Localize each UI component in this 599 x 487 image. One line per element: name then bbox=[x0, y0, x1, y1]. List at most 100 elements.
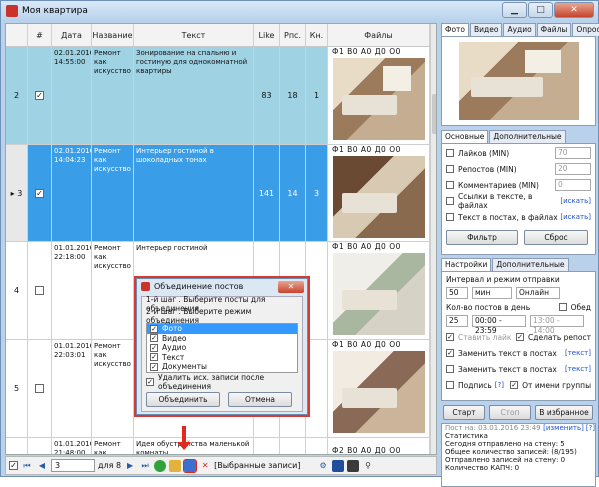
tab-extra[interactable]: Дополнительные bbox=[489, 130, 566, 143]
option-video[interactable]: ✓ Видео bbox=[147, 334, 297, 344]
col-reposts[interactable]: Рпс. bbox=[280, 24, 306, 46]
interval-unit-select[interactable]: мин bbox=[472, 287, 512, 299]
table-row[interactable]: 01.01.2016 21:48:00 Ремонт как Идея обус… bbox=[6, 438, 430, 455]
cancel-button[interactable]: Отмена bbox=[228, 391, 292, 407]
mode-select[interactable]: Онлайн bbox=[516, 287, 560, 299]
row-checkbox[interactable]: ✓ bbox=[35, 91, 44, 100]
photo-preview[interactable] bbox=[458, 42, 579, 120]
text-checkbox[interactable] bbox=[446, 213, 454, 221]
sign-checkbox[interactable] bbox=[446, 381, 454, 389]
post-photo[interactable] bbox=[332, 253, 425, 335]
filter-button[interactable]: Фильтр bbox=[446, 229, 518, 245]
last-page-icon[interactable]: ⏭ bbox=[139, 460, 151, 472]
reposts-min-checkbox[interactable] bbox=[446, 165, 454, 173]
likes-min-checkbox[interactable] bbox=[446, 149, 454, 157]
col-like[interactable]: Like bbox=[254, 24, 280, 46]
tab-video[interactable]: Видео bbox=[470, 23, 503, 36]
status-hint-link[interactable]: [?] bbox=[586, 424, 595, 432]
comments-min-input[interactable]: 0 bbox=[555, 179, 591, 191]
table-row[interactable]: ▸ 3 ✓ 02.01.2016 14:04:23 Ремонт как иск… bbox=[6, 145, 430, 242]
replace-text-link[interactable]: [текст] bbox=[565, 349, 591, 357]
merge-posts-dialog: Объединение постов ✕ 1-й шаг . Выберите … bbox=[136, 278, 308, 415]
col-comments[interactable]: Кн. bbox=[306, 24, 328, 46]
col-num[interactable]: # bbox=[28, 24, 52, 46]
option-photo[interactable]: ✓ Фото bbox=[147, 324, 297, 334]
grid-icon[interactable] bbox=[347, 459, 360, 472]
merge-icon[interactable] bbox=[183, 458, 198, 473]
first-page-icon[interactable]: ⏮ bbox=[21, 460, 33, 472]
app-icon bbox=[6, 5, 18, 17]
replace-text-checkbox[interactable]: ✓ bbox=[446, 349, 454, 357]
group-checkbox[interactable]: ✓ bbox=[510, 381, 519, 389]
reposts-min-input[interactable]: 20 bbox=[555, 163, 591, 175]
links-checkbox[interactable] bbox=[446, 197, 454, 205]
next-page-icon[interactable]: ▶ bbox=[124, 460, 136, 472]
tab-files[interactable]: Файлы bbox=[536, 23, 572, 36]
lunch-checkbox[interactable] bbox=[558, 303, 567, 311]
media-tabs: Фото Видео Аудио Файлы Опрос bbox=[441, 23, 599, 36]
option-text[interactable]: ✓ Текст bbox=[147, 353, 297, 363]
title-bar[interactable]: Моя квартира ▁ □ ✕ bbox=[1, 1, 598, 21]
dialog-close-button[interactable]: ✕ bbox=[278, 280, 304, 293]
files-summary: Ф2 В0 А0 Д0 О0 bbox=[332, 446, 401, 455]
add-icon[interactable] bbox=[154, 459, 167, 472]
grid-scrollbar[interactable] bbox=[430, 24, 436, 454]
replace-posts-checkbox[interactable] bbox=[446, 365, 454, 373]
option-audio[interactable]: ✓ Аудио bbox=[147, 343, 297, 353]
reset-button[interactable]: Сброс bbox=[524, 229, 588, 245]
maximize-button[interactable]: □ bbox=[528, 2, 553, 18]
row-checkbox[interactable] bbox=[35, 384, 44, 393]
photo-preview-box bbox=[441, 36, 596, 126]
post-photo[interactable] bbox=[332, 351, 425, 433]
select-all-checkbox[interactable]: ✓ bbox=[9, 461, 18, 470]
time-range-input[interactable]: 00:00 - 23:59 bbox=[472, 315, 526, 335]
settings-icon[interactable]: ⚙ bbox=[317, 460, 329, 472]
likes-min-input[interactable]: 70 bbox=[555, 147, 591, 159]
files-summary: Ф1 В0 А0 Д0 О0 bbox=[332, 145, 401, 154]
row-checkbox[interactable]: ✓ bbox=[35, 188, 44, 198]
col-date[interactable]: Дата bbox=[52, 24, 92, 46]
post-photo[interactable] bbox=[332, 156, 425, 238]
delete-icon[interactable]: ✕ bbox=[199, 460, 211, 472]
option-docs[interactable]: ✓ Документы bbox=[147, 362, 297, 372]
minimize-button[interactable]: ▁ bbox=[502, 2, 527, 18]
tab-basic[interactable]: Основные bbox=[441, 130, 489, 143]
sign-hint-link[interactable]: [?] bbox=[495, 381, 504, 389]
change-link[interactable]: [изменить] bbox=[543, 424, 584, 432]
page-input[interactable]: 3 bbox=[51, 459, 95, 472]
prev-page-icon[interactable]: ◀ bbox=[36, 460, 48, 472]
tab-audio[interactable]: Аудио bbox=[503, 23, 536, 36]
tab-settings[interactable]: Настройки bbox=[441, 258, 492, 271]
tab-poll[interactable]: Опрос bbox=[572, 23, 599, 36]
search-icon[interactable]: ⚲ bbox=[362, 460, 374, 472]
search-links-link[interactable]: [искать] bbox=[560, 197, 591, 205]
col-text[interactable]: Текст bbox=[134, 24, 254, 46]
replace-posts-link[interactable]: [текст] bbox=[565, 365, 591, 373]
table-row[interactable]: 2 ✓ 02.01.2016 14:55:00 Ремонт как искус… bbox=[6, 47, 430, 145]
folder-icon[interactable] bbox=[169, 459, 182, 472]
stop-button[interactable]: Стоп bbox=[489, 404, 531, 420]
filter-select[interactable]: [Выбранные записи] bbox=[214, 461, 314, 470]
tab-photo[interactable]: Фото bbox=[441, 23, 470, 36]
like-checkbox[interactable]: ✓ bbox=[446, 333, 454, 341]
favorite-button[interactable]: В избранное bbox=[535, 404, 593, 420]
repost-checkbox[interactable]: ✓ bbox=[516, 333, 525, 341]
comments-min-checkbox[interactable] bbox=[446, 181, 454, 189]
scroll-thumb[interactable] bbox=[432, 94, 436, 134]
search-text-link[interactable]: [искать] bbox=[560, 213, 591, 221]
export-icon[interactable] bbox=[332, 459, 345, 472]
dialog-title-bar[interactable]: Объединение постов ✕ bbox=[137, 279, 307, 294]
tab-settings-extra[interactable]: Дополнительные bbox=[492, 258, 569, 271]
start-button[interactable]: Старт bbox=[443, 404, 485, 420]
merge-button[interactable]: Объединить bbox=[146, 391, 220, 407]
delete-source-checkbox[interactable]: ✓ bbox=[146, 378, 154, 386]
count-input[interactable]: 25 bbox=[446, 315, 468, 327]
lunch-range-input[interactable]: 13:00 - 14:00 bbox=[530, 315, 584, 335]
dialog-title: Объединение постов bbox=[154, 282, 244, 291]
post-photo[interactable] bbox=[332, 58, 425, 140]
row-checkbox[interactable] bbox=[35, 286, 44, 295]
close-button[interactable]: ✕ bbox=[554, 2, 594, 18]
col-name[interactable]: Название bbox=[92, 24, 134, 46]
interval-input[interactable]: 50 bbox=[446, 287, 468, 299]
col-files[interactable]: Файлы bbox=[328, 24, 430, 46]
